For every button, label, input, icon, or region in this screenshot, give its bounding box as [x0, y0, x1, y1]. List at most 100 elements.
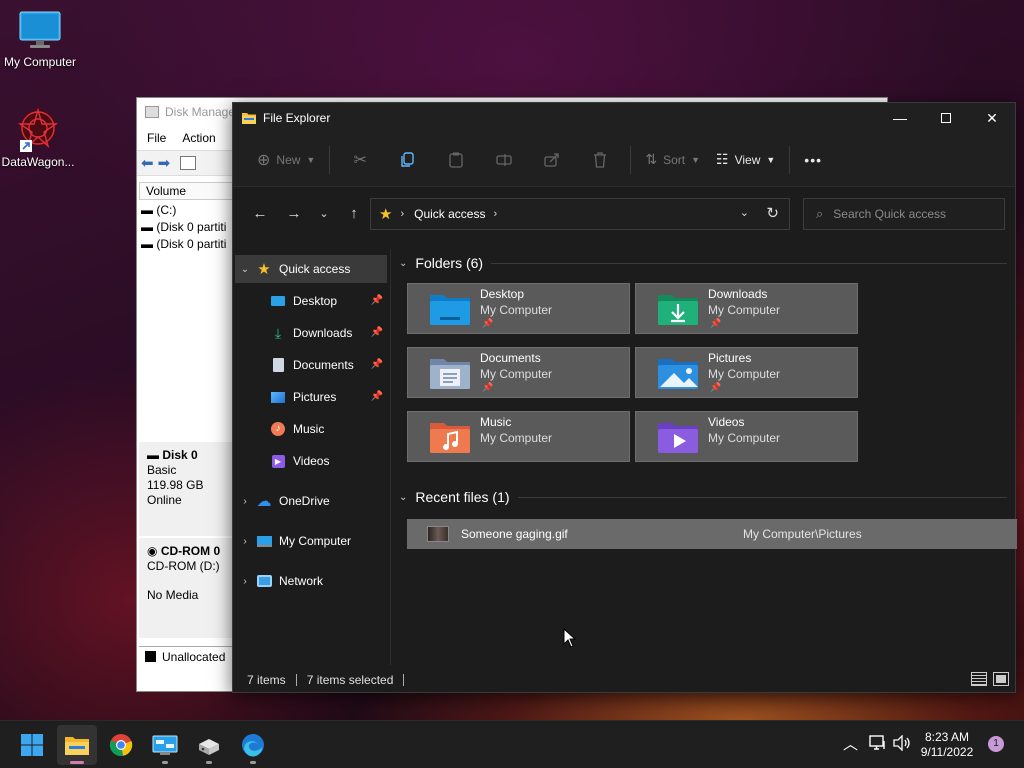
recent-files-section-header[interactable]: ⌄ Recent files (1) [399, 489, 1007, 505]
drive-icon: ▬ [141, 237, 157, 251]
nav-item-documents[interactable]: Documents 📌 [235, 351, 387, 379]
paste-button[interactable] [432, 144, 480, 176]
documents-folder-icon [430, 359, 470, 389]
file-explorer-window[interactable]: File Explorer — ✕ ⊕ New ▼ ✂ ⇅ Sort ▼ ☷ V… [232, 102, 1017, 693]
address-history-dropdown-icon[interactable]: ⌄ [740, 206, 749, 219]
nav-item-my-computer[interactable]: › My Computer [235, 527, 387, 555]
arrow-right-icon: → [286, 204, 302, 222]
taskbar-control-panel[interactable] [145, 725, 185, 765]
taskbar-disk-management[interactable] [189, 725, 229, 765]
maximize-button[interactable] [923, 103, 969, 133]
volume-row[interactable]: ▬ (Disk 0 partiti [141, 236, 226, 253]
back-arrow-icon[interactable]: ⬅ [141, 154, 154, 172]
folder-tile-pictures[interactable]: Pictures My Computer 📌 [635, 347, 858, 398]
content-pane: ⌄ Folders (6) Desktop My Computer 📌 Down… [393, 249, 1017, 665]
minimize-button[interactable]: — [877, 103, 923, 133]
recent-locations-button[interactable]: ⌄ [311, 198, 337, 228]
folder-tile-music[interactable]: Music My Computer [407, 411, 630, 462]
notification-badge[interactable]: 1 [988, 736, 1004, 752]
nav-item-desktop[interactable]: Desktop 📌 [235, 287, 387, 315]
forward-button[interactable]: → [277, 198, 311, 228]
pin-icon[interactable]: 📌 [371, 295, 383, 306]
nav-item-network[interactable]: › Network [235, 567, 387, 595]
folder-tile-videos[interactable]: Videos My Computer [635, 411, 858, 462]
recent-file-row[interactable]: Someone gaging.gif My Computer\Pictures [407, 519, 1017, 549]
forward-arrow-icon[interactable]: ➡ [158, 154, 171, 172]
search-input[interactable]: Search Quick access [833, 207, 946, 221]
folder-tile-documents[interactable]: Documents My Computer 📌 [407, 347, 630, 398]
volume-column-header[interactable]: Volume [139, 182, 233, 200]
folder-tile-desktop[interactable]: Desktop My Computer 📌 [407, 283, 630, 334]
pin-icon[interactable]: 📌 [371, 327, 383, 338]
nav-item-music[interactable]: ♪ Music [235, 415, 387, 443]
chevron-right-icon[interactable]: › [235, 496, 255, 507]
sort-icon: ⇅ [645, 151, 658, 167]
menu-file[interactable]: File [147, 131, 166, 145]
more-options-button[interactable]: ••• [796, 144, 830, 176]
monitor-icon [19, 11, 61, 48]
delete-button[interactable] [576, 144, 624, 176]
chevron-down-icon: ▼ [691, 154, 701, 165]
disk-management-icon [145, 106, 159, 118]
start-button[interactable] [12, 725, 52, 765]
share-button[interactable] [528, 144, 576, 176]
desktop-folder-icon [269, 293, 287, 309]
disk-0-info[interactable]: ▬ Disk 0 Basic 119.98 GB Online [139, 442, 233, 536]
legend-unallocated: Unallocated [139, 646, 233, 666]
network-status-icon[interactable] [869, 735, 887, 754]
taskbar-file-explorer[interactable] [57, 725, 97, 765]
disk-management-title: Disk Manage [165, 105, 236, 119]
tiles-view-icon[interactable] [993, 672, 1009, 686]
mouse-cursor-icon [563, 628, 577, 648]
nav-item-videos[interactable]: ▶ Videos [235, 447, 387, 475]
address-bar[interactable]: ★ › Quick access › ⌄ ↻ [370, 198, 790, 230]
nav-item-onedrive[interactable]: › ☁ OneDrive [235, 487, 387, 515]
show-hidden-icons-chevron-icon[interactable]: ︿ [843, 733, 858, 754]
taskbar-edge[interactable] [233, 725, 273, 765]
view-button[interactable]: ☷ View ▼ [708, 144, 783, 176]
file-explorer-titlebar[interactable]: File Explorer — ✕ [233, 103, 1015, 133]
volume-row[interactable]: ▬ (Disk 0 partiti [141, 219, 226, 236]
cut-button[interactable]: ✂ [336, 144, 384, 176]
network-icon [255, 573, 273, 589]
sort-button[interactable]: ⇅ Sort ▼ [637, 144, 708, 176]
chevron-down-icon: ▼ [306, 154, 316, 165]
pin-icon: 📌 [482, 382, 494, 392]
monitor-icon [255, 533, 273, 549]
chevron-right-icon[interactable]: › [235, 576, 255, 587]
system-clock[interactable]: 8:23 AM 9/11/2022 [906, 730, 988, 760]
taskbar-chrome[interactable] [101, 725, 141, 765]
folder-tile-downloads[interactable]: Downloads My Computer 📌 [635, 283, 858, 334]
pin-icon[interactable]: 📌 [371, 359, 383, 370]
nav-item-pictures[interactable]: Pictures 📌 [235, 383, 387, 411]
pin-icon[interactable]: 📌 [371, 391, 383, 402]
chevron-right-icon[interactable]: › [235, 536, 255, 547]
datawagon-shortcut-icon [17, 107, 59, 152]
rename-button[interactable] [480, 144, 528, 176]
close-button[interactable]: ✕ [969, 103, 1015, 133]
chevron-down-icon: ⌄ [399, 491, 408, 503]
copy-button[interactable] [384, 144, 432, 176]
search-box[interactable]: ⌕ Search Quick access [803, 198, 1005, 230]
new-button[interactable]: ⊕ New ▼ [249, 144, 323, 176]
chevron-down-icon[interactable]: ⌄ [235, 264, 255, 275]
folders-section-header[interactable]: ⌄ Folders (6) [399, 255, 1007, 271]
start-icon [21, 734, 43, 756]
volume-row[interactable]: ▬ (C:) [141, 202, 226, 219]
breadcrumb-separator-icon[interactable]: › [493, 208, 497, 220]
nav-item-quick-access[interactable]: ⌄ ★ Quick access [235, 255, 387, 283]
menu-action[interactable]: Action [182, 131, 215, 145]
folder-icon [242, 113, 256, 124]
breadcrumb-quick-access[interactable]: Quick access [414, 207, 485, 221]
volume-list: ▬ (C:) ▬ (Disk 0 partiti ▬ (Disk 0 parti… [141, 202, 226, 253]
up-button[interactable]: ↑ [337, 198, 371, 228]
cdrom-0-info[interactable]: ◉ CD-ROM 0 CD-ROM (D:) No Media [139, 538, 233, 638]
nav-item-downloads[interactable]: ⤓ Downloads 📌 [235, 319, 387, 347]
back-button[interactable]: ← [243, 198, 277, 228]
desktop-icon-my-computer[interactable]: My Computer [0, 10, 82, 69]
list-view-icon[interactable] [180, 156, 197, 170]
recent-file-name: Someone gaging.gif [461, 527, 568, 541]
refresh-icon[interactable]: ↻ [766, 204, 779, 222]
details-view-icon[interactable] [971, 672, 987, 686]
desktop-icon-datawagon[interactable]: DataWagon... [0, 106, 80, 169]
